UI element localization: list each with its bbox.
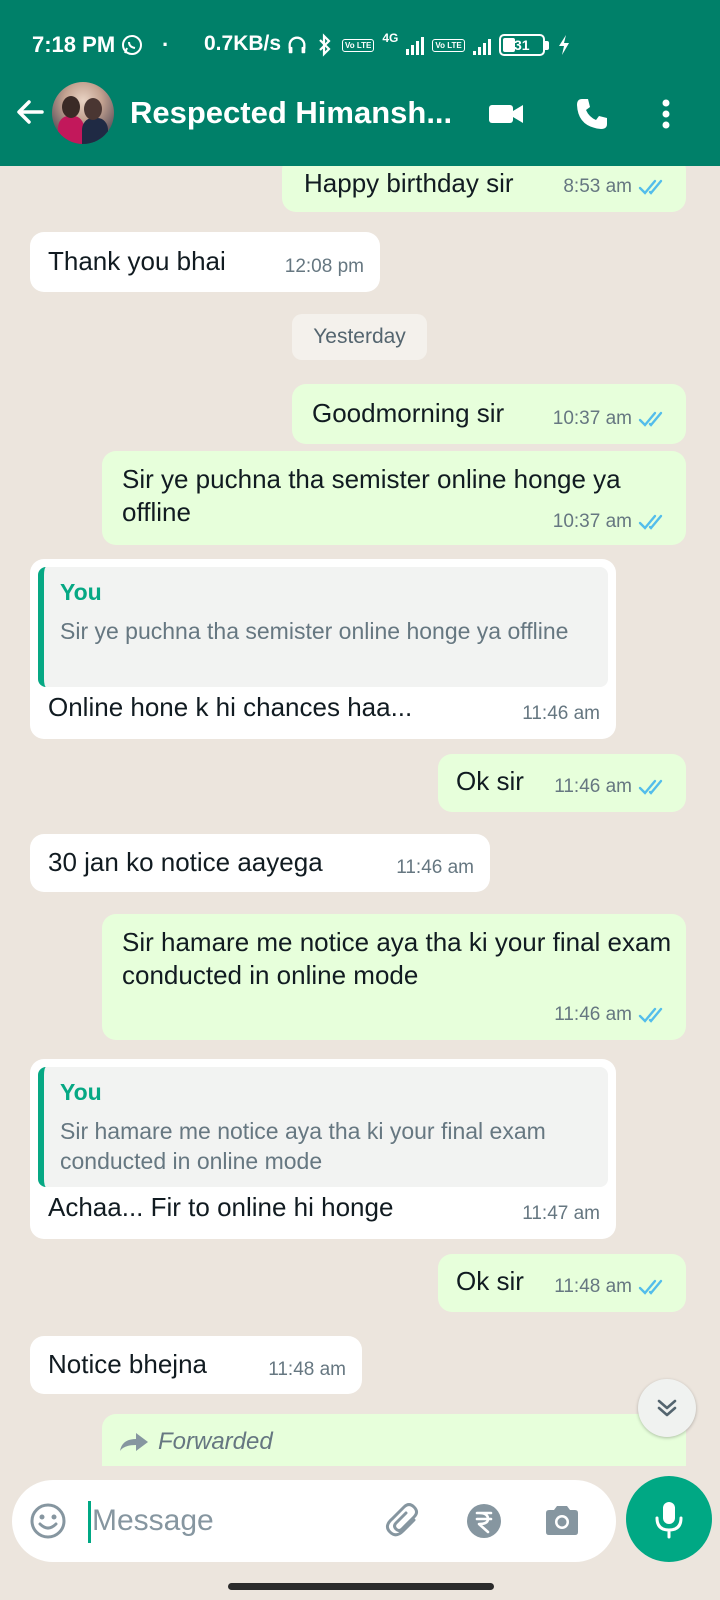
back-arrow-icon[interactable]: [12, 94, 48, 130]
contact-name[interactable]: Respected Himansh...: [130, 95, 460, 131]
chat-area[interactable]: Happy birthday sir 8:53 am Thank you bha…: [0, 166, 720, 1466]
message-text: Online hone k hi chances haa...: [48, 692, 413, 722]
message-bubble-outgoing[interactable]: Sir ye puchna tha semister online honge …: [102, 451, 686, 545]
headphones-icon: [288, 36, 306, 54]
text-cursor: [88, 1501, 91, 1543]
voice-message-button[interactable]: [626, 1476, 712, 1562]
quote-text: Sir ye puchna tha semister online honge …: [60, 618, 569, 644]
scroll-to-bottom-button[interactable]: [638, 1379, 696, 1437]
message-text: Thank you bhai: [48, 246, 226, 276]
status-bar: 7:18 PM · 0.7KB/s Vo LTE 4G Vo LTE 31: [0, 0, 720, 86]
quote-author: You: [60, 579, 102, 605]
contact-avatar[interactable]: [52, 82, 114, 144]
home-indicator[interactable]: [228, 1583, 494, 1590]
message-text: Sir hamare me notice aya tha ki your fin…: [122, 927, 672, 990]
message-time: 8:53 am: [563, 176, 632, 197]
video-call-icon[interactable]: [486, 94, 526, 134]
read-ticks-icon: [638, 1007, 663, 1023]
message-text: Ok sir: [456, 766, 524, 796]
network-speed: 0.7KB/s: [204, 32, 282, 55]
message-bubble-outgoing[interactable]: Ok sir 11:48 am: [438, 1254, 686, 1312]
signal-icon-1: [406, 35, 425, 55]
message-meta: 10:37 am: [553, 511, 668, 533]
battery-icon: 31: [498, 34, 549, 56]
read-ticks-icon: [638, 514, 663, 530]
signal-icon-2: [472, 35, 491, 55]
battery-level: 31: [513, 37, 530, 53]
double-chevron-down-icon: [657, 1399, 677, 1417]
message-meta: 11:47 am: [522, 1203, 600, 1225]
message-time: 11:46 am: [554, 1004, 632, 1025]
message-bubble-forwarded[interactable]: Forwarded: [102, 1414, 686, 1466]
phone-icon[interactable]: [572, 94, 612, 134]
message-bubble-incoming[interactable]: Notice bhejna 11:48 am: [30, 1336, 362, 1394]
message-text: Notice bhejna: [48, 1349, 207, 1379]
message-time: 11:46 am: [554, 776, 632, 797]
camera-icon[interactable]: [542, 1501, 582, 1541]
message-time: 11:46 am: [522, 703, 600, 724]
message-text: Achaa... Fir to online hi honge: [48, 1192, 394, 1222]
message-meta: 11:46 am: [554, 776, 668, 798]
message-time: 10:37 am: [552, 408, 632, 429]
message-bubble-incoming[interactable]: Thank you bhai 12:08 pm: [30, 232, 380, 292]
message-bubble-outgoing[interactable]: Goodmorning sir 10:37 am: [292, 384, 686, 444]
forwarded-text: Forwarded: [158, 1428, 273, 1455]
status-icons: Vo LTE 4G Vo LTE 31: [286, 30, 571, 60]
message-text: Happy birthday sir: [304, 168, 514, 198]
message-meta: 11:46 am: [522, 703, 600, 725]
quote-author: You: [60, 1079, 102, 1105]
message-meta: 10:37 am: [553, 408, 668, 430]
message-text: Ok sir: [456, 1266, 524, 1296]
message-time: 11:46 am: [396, 857, 474, 878]
rupee-payment-icon[interactable]: [464, 1501, 504, 1541]
message-meta: 11:48 am: [554, 1276, 668, 1298]
message-bubble-incoming[interactable]: 30 jan ko notice aayega 11:46 am: [30, 834, 490, 892]
message-text: Goodmorning sir: [312, 398, 505, 428]
read-ticks-icon: [638, 179, 663, 195]
whatsapp-notification-icon: [122, 35, 142, 55]
message-time: 10:37 am: [552, 511, 632, 532]
message-input[interactable]: [92, 1498, 382, 1544]
message-meta: 12:08 pm: [285, 256, 364, 278]
read-ticks-icon: [638, 779, 663, 795]
bluetooth-icon: [319, 33, 331, 57]
more-vert-icon[interactable]: [646, 94, 686, 134]
volte-badge-1: Vo LTE: [342, 38, 375, 52]
message-bubble-outgoing[interactable]: Sir hamare me notice aya tha ki your fin…: [102, 914, 686, 1040]
read-ticks-icon: [638, 1279, 663, 1295]
read-ticks-icon: [638, 411, 663, 427]
message-meta: 11:46 am: [554, 1004, 668, 1026]
message-meta: 11:46 am: [396, 857, 474, 879]
quoted-message[interactable]: You Sir ye puchna tha semister online ho…: [38, 567, 608, 687]
quoted-message[interactable]: You Sir hamare me notice aya tha ki your…: [38, 1067, 608, 1187]
status-time: 7:18 PM: [32, 32, 116, 57]
message-time: 12:08 pm: [284, 256, 364, 277]
message-bubble-outgoing[interactable]: Happy birthday sir 8:53 am: [282, 166, 686, 212]
message-composer: [12, 1480, 616, 1562]
forward-arrow-icon: [120, 1433, 148, 1451]
forwarded-label: Forwarded: [118, 1428, 273, 1456]
message-text: 30 jan ko notice aayega: [48, 847, 323, 877]
message-time: 11:47 am: [522, 1203, 600, 1224]
message-meta: 8:53 am: [563, 176, 668, 198]
attach-icon[interactable]: [384, 1501, 424, 1541]
message-bubble-outgoing[interactable]: Ok sir 11:46 am: [438, 754, 686, 812]
status-dot: ·: [162, 32, 170, 57]
message-meta: 11:48 am: [268, 1359, 346, 1381]
mic-icon: [655, 1502, 683, 1539]
network-type: 4G: [382, 31, 399, 45]
message-time: 11:48 am: [268, 1359, 346, 1380]
message-bubble-incoming-reply[interactable]: You Sir hamare me notice aya tha ki your…: [30, 1059, 616, 1239]
date-separator: Yesterday: [292, 314, 427, 360]
message-bubble-incoming-reply[interactable]: You Sir ye puchna tha semister online ho…: [30, 559, 616, 739]
volte-badge-2: Vo LTE: [432, 38, 465, 52]
charging-icon: [558, 35, 569, 55]
quote-text: Sir hamare me notice aya tha ki your fin…: [60, 1118, 546, 1174]
chat-header: 7:18 PM · 0.7KB/s Vo LTE 4G Vo LTE 31 Re…: [0, 0, 720, 166]
message-time: 11:48 am: [554, 1276, 632, 1297]
emoji-icon[interactable]: [28, 1501, 68, 1541]
